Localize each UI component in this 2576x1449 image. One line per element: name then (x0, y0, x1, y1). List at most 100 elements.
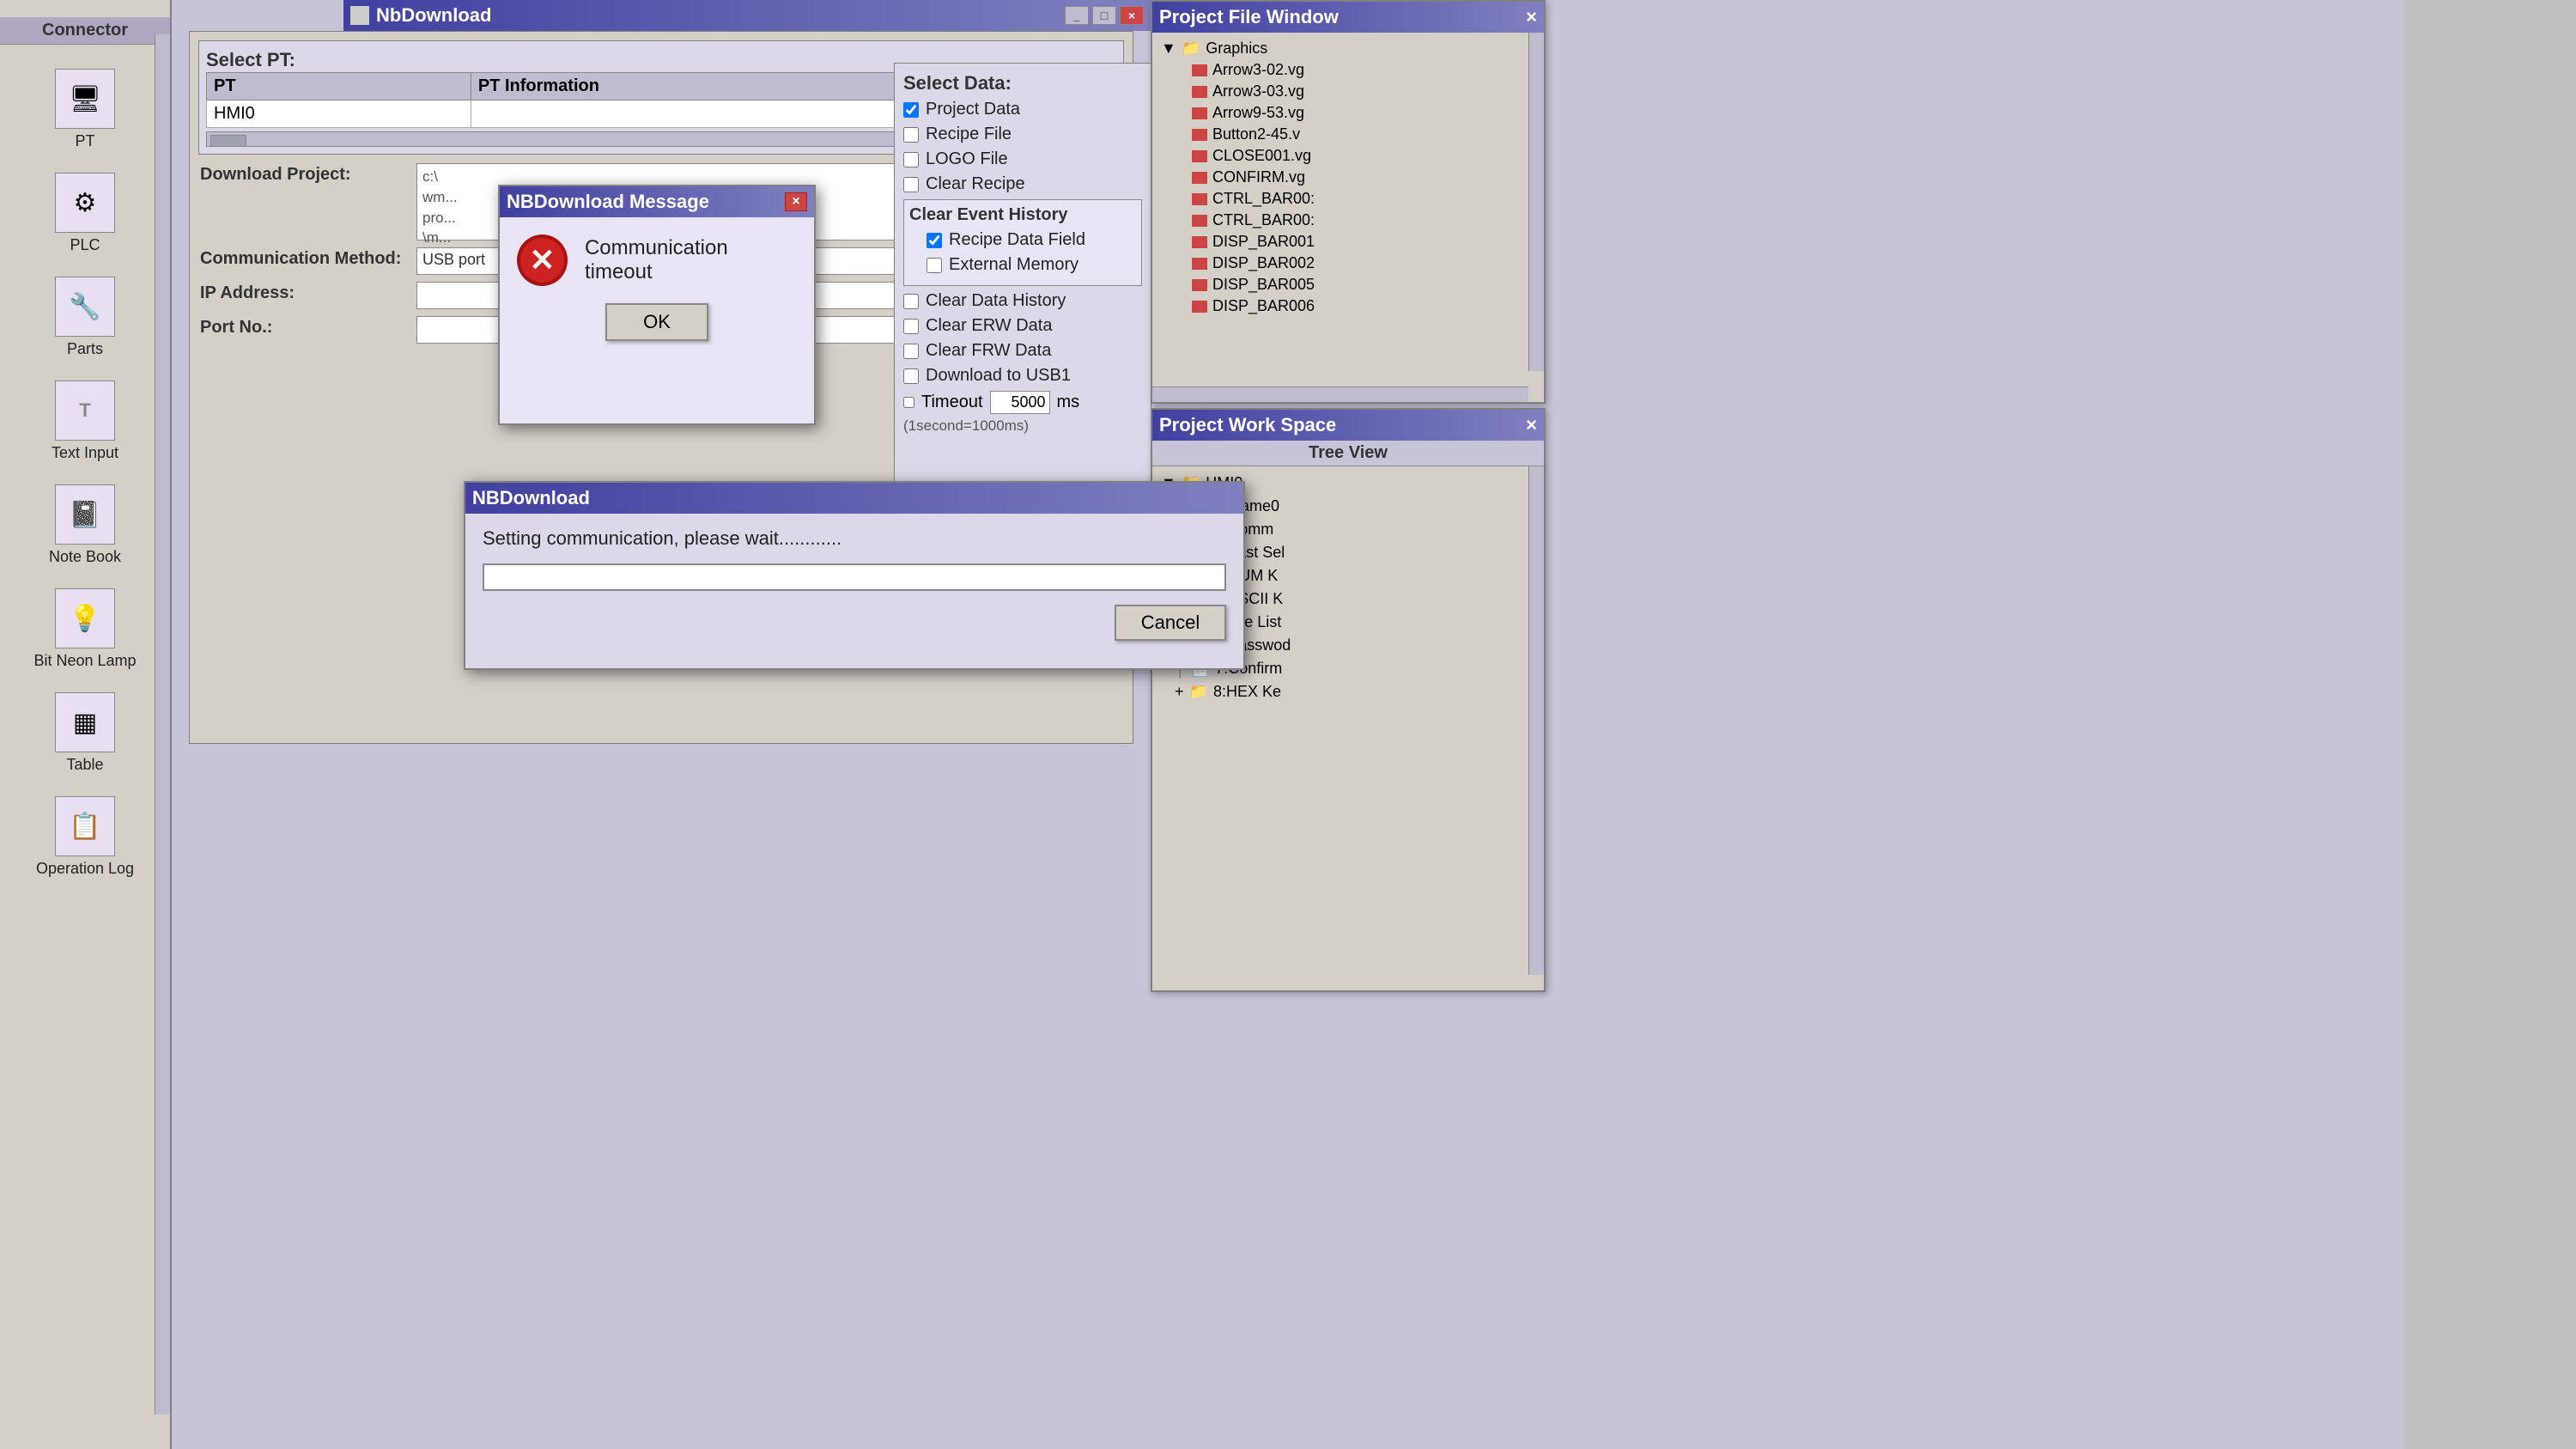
ok-button[interactable]: OK (605, 303, 708, 341)
message-row: ✕ Communication timeout (517, 234, 797, 286)
text-input-icon: T (55, 381, 115, 441)
project-file-scrollbar-v[interactable] (1528, 33, 1544, 371)
clear-erw-data-label: Clear ERW Data (926, 316, 1052, 336)
file-icon (1192, 107, 1207, 119)
folder-icon: 📁 (1182, 40, 1200, 58)
expand-icon: + (1175, 683, 1184, 701)
minimize-button[interactable]: _ (1065, 6, 1089, 25)
tree-item-label: Arrow9-53.vg (1212, 104, 1304, 122)
sidebar-item-parts-label: Parts (67, 340, 103, 358)
message-dialog-close-button[interactable]: × (785, 192, 807, 211)
clear-frw-data-checkbox[interactable] (903, 344, 919, 359)
bit-neon-lamp-icon: 💡 (55, 588, 115, 648)
logo-file-checkbox[interactable] (903, 152, 919, 167)
sidebar-item-parts[interactable]: 🔧 Parts (21, 270, 149, 365)
file-icon (1192, 301, 1207, 313)
progress-message: Setting communication, please wait......… (483, 527, 1226, 550)
timeout-value-input[interactable] (990, 391, 1050, 414)
timeout-label: Timeout (921, 393, 983, 412)
sidebar-item-table[interactable]: ▦ Table (21, 685, 149, 781)
project-workspace-close[interactable]: × (1526, 414, 1537, 436)
recipe-data-field-checkbox[interactable] (927, 233, 942, 248)
notebook-icon: 📓 (55, 484, 115, 545)
tree-root-graphics[interactable]: ▼ 📁 Graphics (1157, 38, 1539, 59)
message-text: Communication timeout (585, 236, 797, 284)
logo-file-label: LOGO File (926, 149, 1008, 169)
list-item[interactable]: CTRL_BAR00: (1157, 188, 1539, 210)
sidebar-item-plc-label: PLC (70, 236, 100, 254)
expand-icon: ▼ (1161, 40, 1176, 58)
project-data-row[interactable]: Project Data (903, 100, 1142, 119)
sidebar-item-text-input[interactable]: T Text Input (21, 374, 149, 469)
download-to-usb1-row[interactable]: Download to USB1 (903, 366, 1142, 386)
clear-event-history-section: Clear Event History Recipe Data Field Ex… (903, 199, 1142, 286)
message-dialog-titlebar: NBDownload Message × (500, 186, 814, 217)
tree-item-label: Button2-45.v (1212, 125, 1300, 143)
file-icon (1192, 150, 1207, 162)
cancel-button[interactable]: Cancel (1115, 605, 1226, 641)
list-item[interactable]: DISP_BAR006 (1157, 295, 1539, 317)
clear-data-history-checkbox[interactable] (903, 294, 919, 309)
external-memory-row[interactable]: External Memory (909, 255, 1136, 275)
download-project-label: Download Project: (200, 163, 406, 185)
list-item[interactable]: DISP_BAR005 (1157, 274, 1539, 295)
clear-erw-data-checkbox[interactable] (903, 319, 919, 334)
project-data-checkbox[interactable] (903, 102, 919, 118)
main-area: NbDownload _ □ × Select PT: PT PT Inform… (172, 0, 2404, 1449)
project-file-window-titlebar: Project File Window × (1152, 2, 1544, 33)
timeout-note: (1second=1000ms) (903, 417, 1142, 435)
clear-recipe-label: Clear Recipe (926, 174, 1025, 194)
list-item[interactable]: Arrow3-02.vg (1157, 59, 1539, 81)
communication-method-label: Communication Method: (200, 247, 406, 269)
clear-recipe-checkbox[interactable] (903, 177, 919, 192)
sidebar-item-plc[interactable]: ⚙ PLC (21, 166, 149, 261)
sidebar-item-pt[interactable]: 🖥 PT (21, 62, 149, 157)
recipe-file-row[interactable]: Recipe File (903, 125, 1142, 144)
sidebar-item-operation-log[interactable]: 📋 Operation Log (21, 789, 149, 885)
progress-cancel-row: Cancel (483, 605, 1226, 641)
select-data-label: Select Data: (903, 72, 1142, 94)
message-dialog-body: ✕ Communication timeout OK (500, 217, 814, 358)
timeout-checkbox[interactable] (903, 397, 914, 408)
file-icon (1192, 215, 1207, 227)
recipe-data-field-row[interactable]: Recipe Data Field (909, 230, 1136, 250)
clear-erw-data-row[interactable]: Clear ERW Data (903, 316, 1142, 336)
list-item[interactable]: Button2-45.v (1157, 124, 1539, 145)
list-item[interactable]: CTRL_BAR00: (1157, 210, 1539, 231)
clear-frw-data-row[interactable]: Clear FRW Data (903, 341, 1142, 361)
progress-dialog-titlebar: NBDownload (465, 483, 1243, 514)
clear-recipe-row[interactable]: Clear Recipe (903, 174, 1142, 194)
list-item[interactable]: CLOSE001.vg (1157, 145, 1539, 167)
logo-file-row[interactable]: LOGO File (903, 149, 1142, 169)
project-workspace-titlebar: Project Work Space × (1152, 410, 1544, 441)
project-workspace-scrollbar-v[interactable] (1528, 466, 1544, 975)
tree-item-label: Arrow3-03.vg (1212, 82, 1304, 100)
sidebar-item-bit-neon-lamp[interactable]: 💡 Bit Neon Lamp (21, 581, 149, 677)
list-item[interactable]: Arrow3-03.vg (1157, 81, 1539, 102)
download-to-usb1-checkbox[interactable] (903, 368, 919, 384)
sidebar-item-bit-neon-lamp-label: Bit Neon Lamp (33, 652, 136, 670)
clear-data-history-row[interactable]: Clear Data History (903, 291, 1142, 311)
operation-log-icon: 📋 (55, 796, 115, 856)
recipe-file-label: Recipe File (926, 125, 1012, 144)
list-item[interactable]: Arrow9-53.vg (1157, 102, 1539, 124)
plc-icon: ⚙ (55, 173, 115, 233)
list-item[interactable]: DISP_BAR002 (1157, 253, 1539, 274)
recipe-data-field-label: Recipe Data Field (949, 230, 1085, 250)
external-memory-checkbox[interactable] (927, 258, 942, 273)
list-item[interactable]: CONFIRM.vg (1157, 167, 1539, 188)
maximize-button[interactable]: □ (1092, 6, 1116, 25)
project-file-window-close[interactable]: × (1526, 6, 1537, 28)
recipe-file-checkbox[interactable] (903, 127, 919, 143)
project-workspace-subtitle: Tree View (1152, 441, 1544, 466)
close-button[interactable]: × (1120, 6, 1144, 25)
project-file-scrollbar-h[interactable] (1152, 387, 1528, 402)
clear-frw-data-label: Clear FRW Data (926, 341, 1051, 361)
list-item[interactable]: + 📁 8:HEX Ke (1157, 680, 1539, 703)
sidebar-scrollbar[interactable] (155, 34, 170, 1415)
nbdownload-toolbar: NbDownload _ □ × (343, 0, 1151, 31)
sidebar-item-notebook[interactable]: 📓 Note Book (21, 478, 149, 573)
list-item[interactable]: DISP_BAR001 (1157, 231, 1539, 253)
tree-item-label: CLOSE001.vg (1212, 147, 1311, 165)
message-dialog-title: NBDownload Message (507, 191, 709, 213)
